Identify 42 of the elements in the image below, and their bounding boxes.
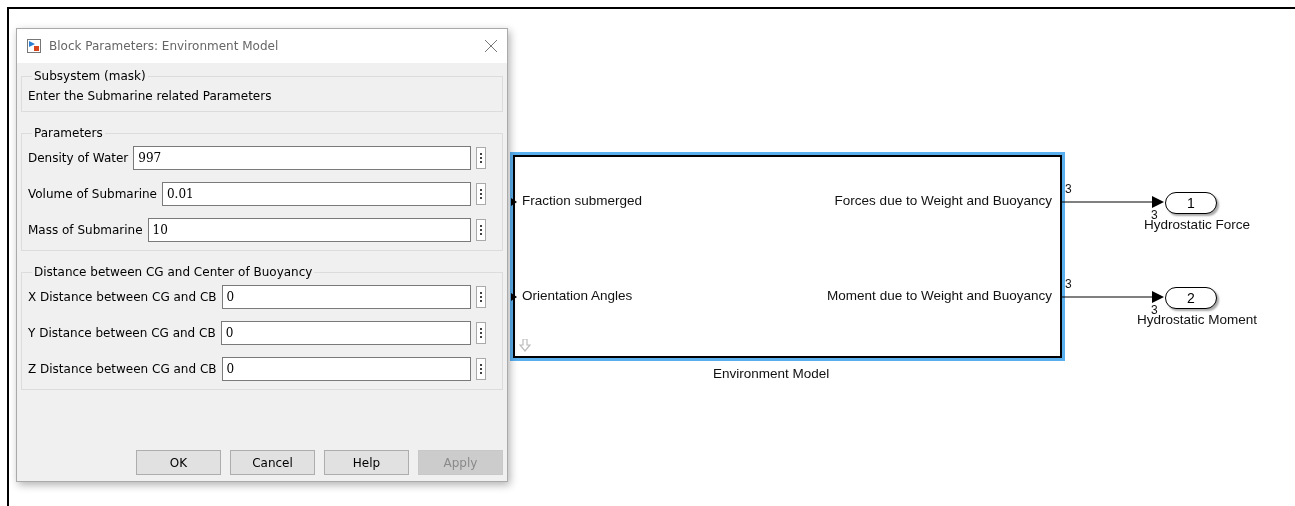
output-port-label: Forces due to Weight and Buoyancy [834,193,1052,208]
outport-block[interactable]: 1 [1165,192,1217,214]
parameter-field[interactable]: 0.01 [161,182,471,206]
parameter-label: Volume of Submarine [28,187,157,201]
mask-description: Enter the Submarine related Parameters [28,89,273,103]
more-options-button[interactable] [476,322,486,344]
input-port-label: Orientation Angles [522,288,633,303]
dialog-title: Block Parameters: Environment Model [49,39,280,53]
parameter-field[interactable]: 0 [221,357,471,381]
parameter-field[interactable]: 997 [133,146,471,170]
dialog-button[interactable]: Cancel [230,450,315,475]
input-port-arrow-icon [511,198,517,206]
parameter-label: Y Distance between CG and CB [28,326,216,340]
block-name: Environment Model [713,366,830,381]
parameter-label: Mass of Submarine [28,223,143,237]
parameter-label: Z Distance between CG and CB [28,362,217,376]
parameter-field[interactable]: 0 [221,285,471,309]
signal-width-label: 3 [1065,277,1072,291]
more-options-button[interactable] [476,183,486,205]
down-arrow-icon [519,339,531,352]
dialog-button[interactable]: Help [324,450,409,475]
group-title: Subsystem (mask) [33,69,147,83]
group-title: Parameters [33,126,104,140]
input-port-arrow-icon [511,293,517,301]
close-icon[interactable] [485,40,497,52]
block-icon [27,39,41,53]
more-options-button[interactable] [476,358,486,380]
subsystem-block[interactable] [513,155,1062,358]
more-options-button[interactable] [476,219,486,241]
parameter-label: X Distance between CG and CB [28,290,217,304]
signal-width-label: 3 [1151,303,1158,317]
parameter-field[interactable]: 10 [147,218,471,242]
more-options-button[interactable] [476,286,486,308]
dialog-button[interactable]: OK [136,450,221,475]
parameter-label: Density of Water [28,151,129,165]
input-port-label: Fraction submerged [522,193,643,208]
more-options-button[interactable] [476,147,486,169]
output-port-label: Moment due to Weight and Buoyancy [827,288,1052,303]
outport-block[interactable]: 2 [1165,287,1217,309]
signal-width-label: 3 [1065,182,1072,196]
group-title: Distance between CG and Center of Buoyancy [33,265,314,279]
parameter-field[interactable]: 0 [220,321,471,345]
